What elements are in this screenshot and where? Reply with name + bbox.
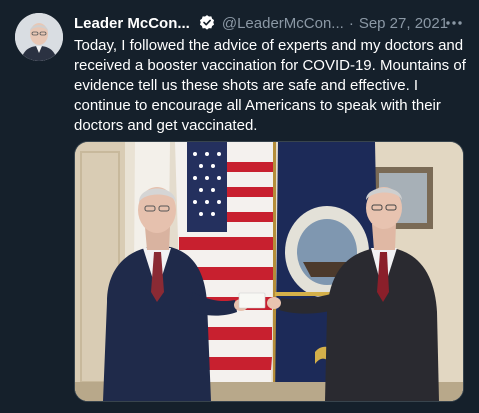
avatar[interactable]: [15, 13, 63, 61]
author-handle[interactable]: @LeaderMcCon...: [222, 15, 344, 32]
tweet-card[interactable]: Leader McCon... @LeaderMcCon... · Sep 27…: [0, 0, 479, 413]
tweet-header: Leader McCon... @LeaderMcCon... · Sep 27…: [74, 12, 467, 34]
tweet-timestamp[interactable]: Sep 27, 2021: [359, 15, 448, 32]
more-options-icon[interactable]: [443, 14, 465, 32]
avatar-image: [15, 13, 63, 61]
tweet-text: Today, I followed the advice of experts …: [74, 37, 466, 134]
more-dots-icon: [446, 21, 462, 25]
photo-image: [75, 142, 463, 401]
tweet-media-photo[interactable]: [74, 141, 464, 402]
author-display-name[interactable]: Leader McCon...: [74, 15, 190, 32]
header-separator: ·: [348, 14, 354, 32]
verified-badge-icon: [199, 15, 214, 30]
